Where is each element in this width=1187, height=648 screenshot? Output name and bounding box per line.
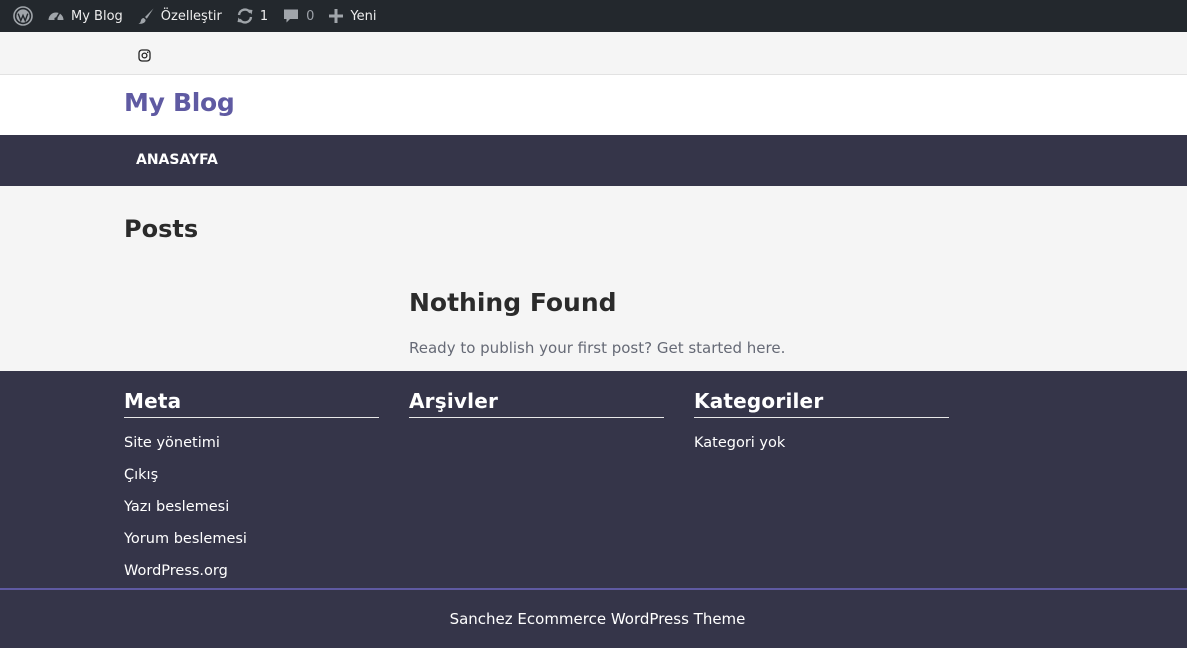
widget-link-wordpress-org[interactable]: WordPress.org [124, 561, 379, 593]
widget-link-logout[interactable]: Çıkış [124, 465, 379, 497]
widget-meta: Meta Site yönetimi Çıkış Yazı beslemesi … [124, 389, 379, 593]
nothing-found-text: Ready to publish your first post? Get st… [409, 339, 786, 357]
updates-count: 1 [259, 8, 269, 24]
comments-count: 0 [306, 8, 315, 24]
comment-bubble-icon [282, 7, 300, 25]
main-navigation: ANASAYFA [0, 135, 1187, 186]
admin-bar-new[interactable]: Yeni [321, 0, 383, 32]
main-content: Posts Nothing Found Ready to publish you… [0, 186, 1187, 371]
dashboard-gauge-icon [47, 7, 65, 25]
admin-bar-new-label: Yeni [350, 8, 377, 24]
plus-icon [328, 8, 344, 24]
site-header: My Blog [0, 75, 1187, 135]
widget-link-comments-feed[interactable]: Yorum beslemesi [124, 529, 379, 561]
wordpress-logo-icon [13, 6, 33, 26]
widget-archives: Arşivler [409, 389, 664, 418]
admin-bar-customize[interactable]: Özelleştir [130, 0, 229, 32]
admin-bar-updates[interactable]: 1 [229, 0, 275, 32]
update-refresh-icon [236, 7, 254, 25]
site-footer: Sanchez Ecommerce WordPress Theme [0, 590, 1187, 648]
page-title: Posts [124, 215, 199, 243]
widget-link-posts-feed[interactable]: Yazı beslemesi [124, 497, 379, 529]
admin-bar-comments[interactable]: 0 [275, 0, 321, 32]
widget-title: Meta [124, 389, 379, 418]
widget-link-site-admin[interactable]: Site yönetimi [124, 433, 379, 465]
nothing-found-title: Nothing Found [409, 288, 617, 317]
paintbrush-icon [137, 7, 155, 25]
widget-list: Kategori yok [694, 433, 949, 465]
widget-text-no-categories: Kategori yok [694, 435, 786, 451]
nav-item-home[interactable]: ANASAYFA [136, 152, 218, 168]
admin-bar-site[interactable]: My Blog [40, 0, 130, 32]
admin-bar-wp-logo[interactable] [6, 0, 40, 32]
widget-categories: Kategoriler Kategori yok [694, 389, 949, 465]
widget-list: Site yönetimi Çıkış Yazı beslemesi Yorum… [124, 433, 379, 593]
footer-widgets: Meta Site yönetimi Çıkış Yazı beslemesi … [0, 371, 1187, 590]
theme-credit-link[interactable]: Sanchez Ecommerce WordPress Theme [0, 610, 1187, 628]
widget-title: Arşivler [409, 389, 664, 418]
social-bar [0, 32, 1187, 75]
instagram-icon[interactable] [138, 47, 151, 62]
admin-bar: My Blog Özelleştir 1 0 Yeni [0, 0, 1187, 32]
admin-bar-site-label: My Blog [71, 8, 123, 24]
widget-title: Kategoriler [694, 389, 949, 418]
admin-bar-customize-label: Özelleştir [160, 8, 222, 24]
site-title-link[interactable]: My Blog [124, 88, 235, 117]
